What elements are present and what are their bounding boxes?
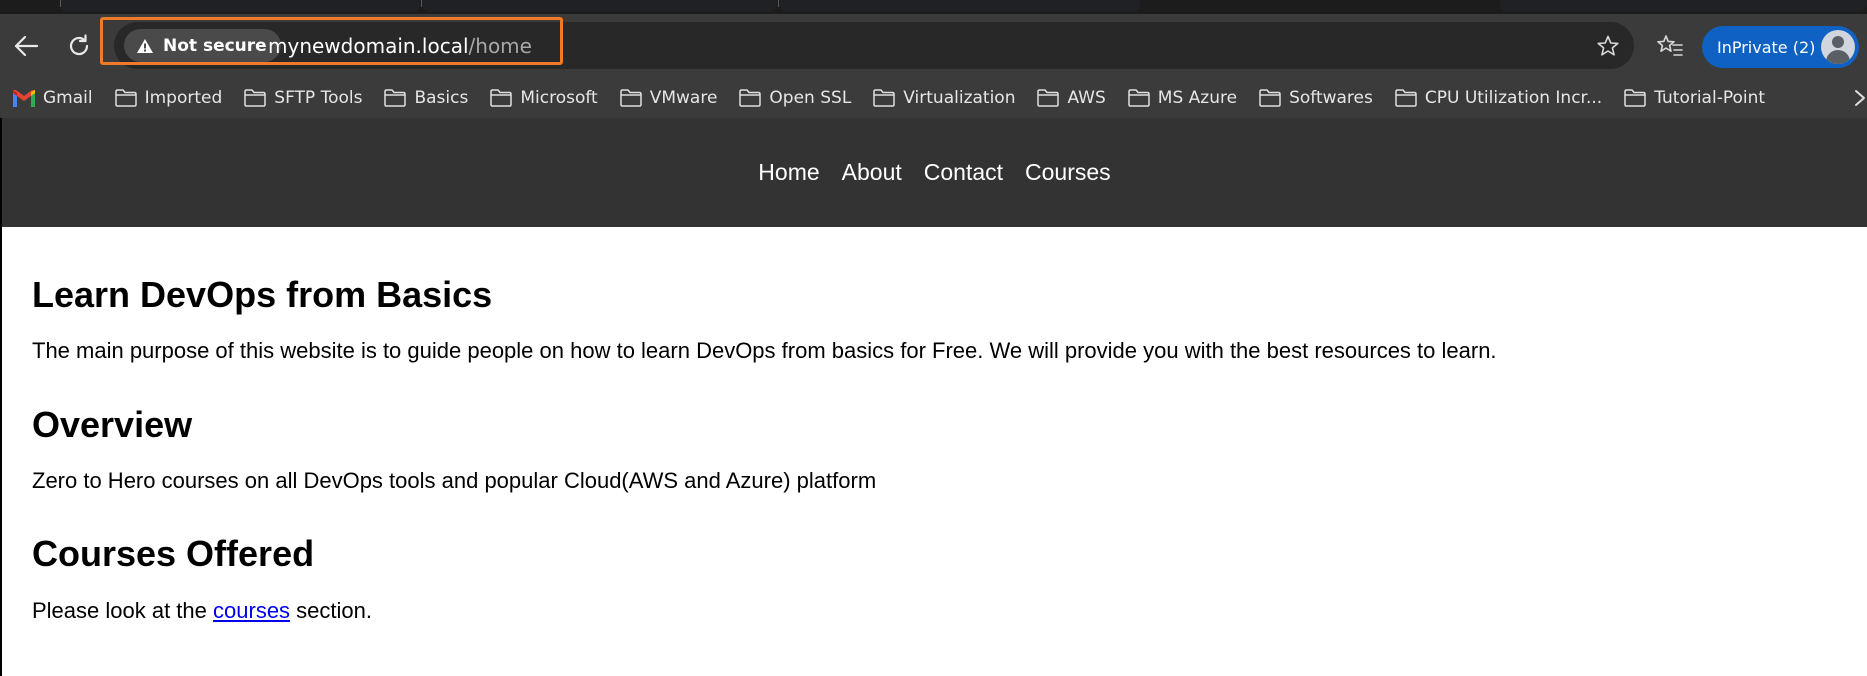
bookmark-folder[interactable]: Virtualization <box>873 88 1015 108</box>
site-navbar: Home About Contact Courses <box>2 118 1867 227</box>
bookmark-label: Imported <box>144 88 223 108</box>
bookmark-folder[interactable]: Softwares <box>1259 88 1373 108</box>
gmail-icon <box>13 89 35 107</box>
folder-icon <box>739 89 762 107</box>
bookmark-folder[interactable]: MS Azure <box>1128 88 1237 108</box>
nav-link-courses[interactable]: Courses <box>1025 159 1111 186</box>
bookmark-label: Softwares <box>1289 88 1373 108</box>
add-favorite-button[interactable] <box>1594 32 1622 60</box>
folder-icon <box>1128 89 1150 107</box>
courses-text-before: Please look at the <box>32 598 214 623</box>
folder-icon <box>244 89 267 107</box>
heading-courses-offered: Courses Offered <box>32 533 315 574</box>
profile-label: InPrivate (2) <box>1717 37 1816 57</box>
url-path: /home <box>468 34 532 58</box>
bookmark-gmail[interactable]: Gmail <box>13 88 93 108</box>
favorites-icon <box>1657 35 1683 56</box>
star-icon <box>1597 35 1619 56</box>
bookmark-folder[interactable]: Imported <box>114 88 223 108</box>
overview-paragraph: Zero to Hero courses on all DevOps tools… <box>32 468 877 493</box>
folder-icon <box>1624 89 1646 107</box>
bookmark-folder[interactable]: SFTP Tools <box>244 88 362 108</box>
inprivate-profile-button[interactable]: InPrivate (2) <box>1702 26 1859 68</box>
bookmark-folder[interactable]: AWS <box>1037 88 1106 108</box>
folder-icon <box>1037 89 1060 107</box>
folder-icon <box>114 89 137 107</box>
heading-learn-devops: Learn DevOps from Basics <box>32 274 493 315</box>
bookmark-label: AWS <box>1067 88 1106 108</box>
browser-tab[interactable] <box>60 0 420 12</box>
nav-link-home[interactable]: Home <box>758 159 819 186</box>
back-arrow-icon <box>14 35 39 57</box>
bookmark-label: CPU Utilization Incr... <box>1424 88 1603 108</box>
bookmark-folder[interactable]: Tutorial-Point <box>1624 88 1765 108</box>
folder-icon <box>490 89 513 107</box>
courses-paragraph: Please look at the courses section. <box>32 598 372 624</box>
web-page: Home About Contact Courses Learn DevOps … <box>0 118 1867 676</box>
nav-link-about[interactable]: About <box>842 159 902 186</box>
intro-paragraph: The main purpose of this website is to g… <box>32 338 1497 363</box>
folder-icon <box>1259 89 1281 107</box>
url-text[interactable]: mynewdomain.local/home <box>268 34 532 58</box>
bookmark-label: Tutorial-Point <box>1654 88 1766 108</box>
folder-icon <box>873 89 896 107</box>
security-label: Not secure <box>163 35 267 56</box>
avatar-head <box>1832 36 1844 48</box>
courses-text-after: section. <box>290 598 372 623</box>
bookmark-label: MS Azure <box>1157 88 1238 108</box>
heading-overview: Overview <box>32 404 193 445</box>
bookmark-folder[interactable]: Basics <box>384 88 468 108</box>
bookmark-folder[interactable]: VMware <box>619 88 718 108</box>
chevron-right-icon <box>1855 90 1865 106</box>
browser-tab[interactable] <box>422 0 777 12</box>
folder-icon <box>619 89 642 107</box>
bookmark-label: VMware <box>649 88 718 108</box>
tab-strip <box>0 0 1867 14</box>
back-button[interactable] <box>10 31 42 61</box>
warning-icon <box>137 38 153 53</box>
browser-tab[interactable] <box>780 0 1140 12</box>
refresh-icon <box>69 34 89 56</box>
bookmark-label: Open SSL <box>769 88 852 108</box>
url-host: mynewdomain.local <box>268 34 469 58</box>
browser-toolbar: Not secure mynewdomain.local/home <box>0 14 1867 78</box>
avatar <box>1821 30 1855 64</box>
bookmark-folder[interactable]: CPU Utilization Incr... <box>1395 88 1602 108</box>
courses-link[interactable]: courses <box>213 598 290 623</box>
tab-separator <box>60 0 61 7</box>
bookmark-label: Basics <box>414 88 469 108</box>
bookmark-folder[interactable]: Microsoft <box>490 88 598 108</box>
tab-separator <box>778 0 779 7</box>
nav-link-contact[interactable]: Contact <box>924 159 1003 186</box>
bookmarks-overflow-button[interactable] <box>1853 86 1867 110</box>
bookmark-label: Gmail <box>43 88 93 108</box>
browser-tab[interactable] <box>1500 0 1867 12</box>
avatar-body <box>1826 50 1850 64</box>
bookmarks-bar: Gmail Imported SFTP Tools Basics Microso… <box>0 78 1867 118</box>
bookmark-label: SFTP Tools <box>274 88 363 108</box>
bookmark-folder[interactable]: Open SSL <box>739 88 851 108</box>
bookmark-label: Virtualization <box>903 88 1016 108</box>
folder-icon <box>384 89 407 107</box>
refresh-button[interactable] <box>64 31 94 61</box>
bookmark-label: Microsoft <box>520 88 598 108</box>
folder-icon <box>1395 89 1417 107</box>
security-indicator[interactable]: Not secure <box>124 29 281 62</box>
favorites-button[interactable] <box>1654 31 1686 61</box>
address-bar[interactable]: Not secure mynewdomain.local/home <box>114 22 1634 69</box>
